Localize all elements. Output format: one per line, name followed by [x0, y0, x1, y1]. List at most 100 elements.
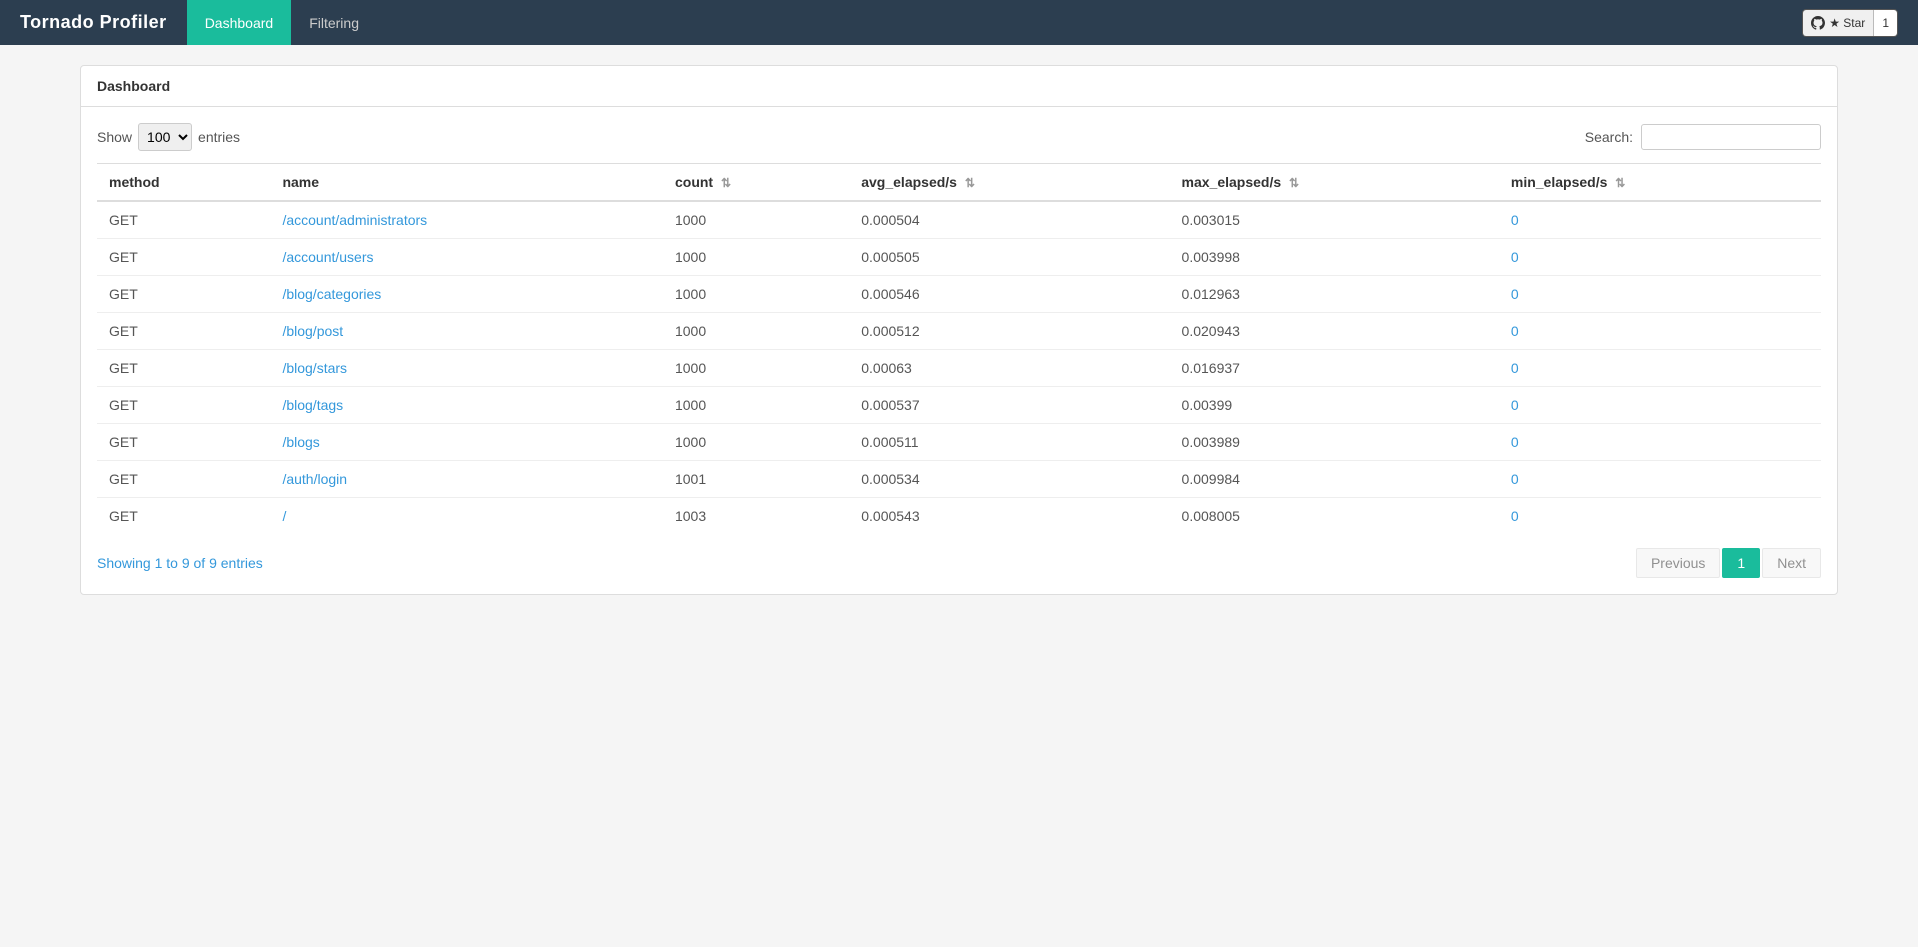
- github-count: 1: [1873, 10, 1897, 36]
- github-star-label: ★ Star: [1829, 16, 1865, 30]
- col-method[interactable]: method: [97, 164, 270, 202]
- col-name[interactable]: name: [270, 164, 663, 202]
- cell-avg-3: 0.000512: [849, 313, 1169, 350]
- cell-min-8: 0: [1499, 498, 1821, 535]
- cell-name-1[interactable]: /account/users: [270, 239, 663, 276]
- cell-name-0[interactable]: /account/administrators: [270, 201, 663, 239]
- table-body: GET/account/administrators10000.0005040.…: [97, 201, 1821, 534]
- cell-name-3[interactable]: /blog/post: [270, 313, 663, 350]
- pagination-buttons: Previous 1 Next: [1636, 548, 1821, 578]
- cell-name-7[interactable]: /auth/login: [270, 461, 663, 498]
- cell-method-6: GET: [97, 424, 270, 461]
- cell-max-6: 0.003989: [1170, 424, 1499, 461]
- pagination-info: Showing 1 to 9 of 9 entries: [97, 555, 263, 571]
- show-label: Show: [97, 129, 132, 145]
- cell-min-6: 0: [1499, 424, 1821, 461]
- col-method-label: method: [109, 174, 160, 190]
- card-body: Show 10 25 50 100 entries Search:: [81, 107, 1837, 594]
- cell-method-3: GET: [97, 313, 270, 350]
- cell-count-2: 1000: [663, 276, 849, 313]
- cell-avg-4: 0.00063: [849, 350, 1169, 387]
- page-1-button[interactable]: 1: [1722, 548, 1760, 578]
- table-row: GET/blog/tags10000.0005370.003990: [97, 387, 1821, 424]
- cell-method-1: GET: [97, 239, 270, 276]
- cell-count-4: 1000: [663, 350, 849, 387]
- cell-name-6[interactable]: /blogs: [270, 424, 663, 461]
- cell-name-8[interactable]: /: [270, 498, 663, 535]
- cell-method-7: GET: [97, 461, 270, 498]
- cell-name-2[interactable]: /blog/categories: [270, 276, 663, 313]
- entries-select[interactable]: 10 25 50 100: [138, 123, 192, 151]
- search-input[interactable]: [1641, 124, 1821, 150]
- cell-count-0: 1000: [663, 201, 849, 239]
- github-badge[interactable]: ★ Star 1: [1802, 9, 1898, 37]
- cell-method-8: GET: [97, 498, 270, 535]
- nav-link-dashboard[interactable]: Dashboard: [187, 0, 292, 45]
- col-count[interactable]: count ⇅: [663, 164, 849, 202]
- col-name-label: name: [282, 174, 319, 190]
- previous-button[interactable]: Previous: [1636, 548, 1720, 578]
- cell-max-1: 0.003998: [1170, 239, 1499, 276]
- table-row: GET/blog/stars10000.000630.0169370: [97, 350, 1821, 387]
- cell-avg-2: 0.000546: [849, 276, 1169, 313]
- col-min-label: min_elapsed/s: [1511, 174, 1608, 190]
- nav-link-filtering[interactable]: Filtering: [291, 0, 377, 45]
- cell-count-3: 1000: [663, 313, 849, 350]
- show-entries: Show 10 25 50 100 entries: [97, 123, 240, 151]
- cell-min-1: 0: [1499, 239, 1821, 276]
- cell-min-5: 0: [1499, 387, 1821, 424]
- cell-max-3: 0.020943: [1170, 313, 1499, 350]
- cell-min-0: 0: [1499, 201, 1821, 239]
- col-avg-elapsed[interactable]: avg_elapsed/s ⇅: [849, 164, 1169, 202]
- table-head: method name count ⇅ avg_elapsed/s ⇅: [97, 164, 1821, 202]
- cell-min-7: 0: [1499, 461, 1821, 498]
- cell-name-5[interactable]: /blog/tags: [270, 387, 663, 424]
- entries-label: entries: [198, 129, 240, 145]
- cell-min-2: 0: [1499, 276, 1821, 313]
- navbar: Tornado Profiler Dashboard Filtering ★ S…: [0, 0, 1918, 45]
- cell-method-5: GET: [97, 387, 270, 424]
- sort-icon-min: ⇅: [1615, 176, 1625, 190]
- sort-icon-max: ⇅: [1289, 176, 1299, 190]
- cell-max-4: 0.016937: [1170, 350, 1499, 387]
- cell-min-4: 0: [1499, 350, 1821, 387]
- sort-icon-avg: ⇅: [965, 176, 975, 190]
- cell-count-5: 1000: [663, 387, 849, 424]
- github-star[interactable]: ★ Star: [1803, 10, 1873, 36]
- cell-method-0: GET: [97, 201, 270, 239]
- col-avg-label: avg_elapsed/s: [861, 174, 957, 190]
- cell-max-7: 0.009984: [1170, 461, 1499, 498]
- card-header: Dashboard: [81, 66, 1837, 107]
- controls-row: Show 10 25 50 100 entries Search:: [97, 123, 1821, 151]
- table-row: GET/auth/login10010.0005340.0099840: [97, 461, 1821, 498]
- table-row: GET/10030.0005430.0080050: [97, 498, 1821, 535]
- col-max-label: max_elapsed/s: [1182, 174, 1282, 190]
- cell-count-1: 1000: [663, 239, 849, 276]
- cell-count-7: 1001: [663, 461, 849, 498]
- next-button[interactable]: Next: [1762, 548, 1821, 578]
- pagination-row: Showing 1 to 9 of 9 entries Previous 1 N…: [97, 548, 1821, 578]
- table-row: GET/account/administrators10000.0005040.…: [97, 201, 1821, 239]
- col-max-elapsed[interactable]: max_elapsed/s ⇅: [1170, 164, 1499, 202]
- cell-avg-6: 0.000511: [849, 424, 1169, 461]
- cell-count-8: 1003: [663, 498, 849, 535]
- cell-max-5: 0.00399: [1170, 387, 1499, 424]
- cell-avg-8: 0.000543: [849, 498, 1169, 535]
- cell-max-0: 0.003015: [1170, 201, 1499, 239]
- cell-method-2: GET: [97, 276, 270, 313]
- data-table: method name count ⇅ avg_elapsed/s ⇅: [97, 163, 1821, 534]
- navbar-brand: Tornado Profiler: [20, 12, 167, 33]
- cell-method-4: GET: [97, 350, 270, 387]
- table-header-row: method name count ⇅ avg_elapsed/s ⇅: [97, 164, 1821, 202]
- table-row: GET/blogs10000.0005110.0039890: [97, 424, 1821, 461]
- cell-avg-1: 0.000505: [849, 239, 1169, 276]
- cell-name-4[interactable]: /blog/stars: [270, 350, 663, 387]
- table-row: GET/account/users10000.0005050.0039980: [97, 239, 1821, 276]
- cell-min-3: 0: [1499, 313, 1821, 350]
- github-icon: [1811, 16, 1825, 30]
- table-row: GET/blog/post10000.0005120.0209430: [97, 313, 1821, 350]
- sort-icon-count: ⇅: [721, 176, 731, 190]
- col-min-elapsed[interactable]: min_elapsed/s ⇅: [1499, 164, 1821, 202]
- cell-max-8: 0.008005: [1170, 498, 1499, 535]
- main-content: Dashboard Show 10 25 50 100 entries Sear…: [0, 45, 1918, 615]
